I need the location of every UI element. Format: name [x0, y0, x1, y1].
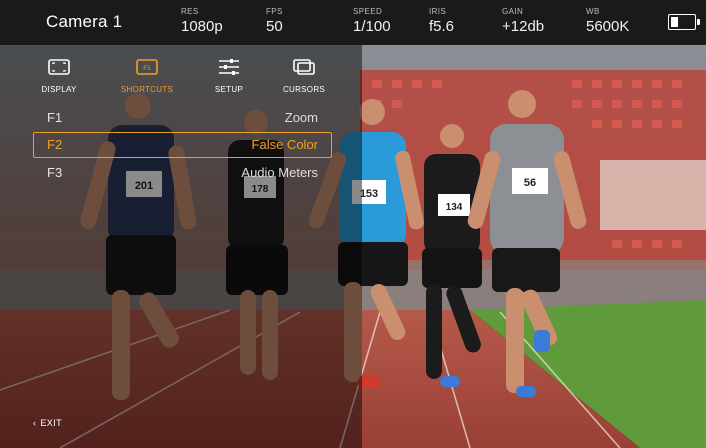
- runner-bib-text: 56: [524, 177, 536, 189]
- status-label: WB: [586, 7, 600, 16]
- cursors-icon: [292, 58, 316, 76]
- chevron-left-icon: ‹: [33, 418, 37, 428]
- status-speed[interactable]: SPEED 1/100: [353, 7, 391, 35]
- battery-icon: [668, 14, 700, 30]
- tab-shortcuts[interactable]: F1 SHORTCUTS: [116, 58, 178, 94]
- shortcut-row-f2[interactable]: F2 False Color: [33, 132, 332, 158]
- status-gain[interactable]: GAIN +12db: [502, 7, 544, 35]
- status-value: 1/100: [353, 18, 391, 35]
- status-value: 5600K: [586, 18, 630, 35]
- battery-terminal: [697, 19, 700, 25]
- camera-title: Camera 1: [46, 12, 123, 31]
- status-bar: Camera 1 RES 1080p FPS 50 SPEED 1/100 IR…: [0, 0, 706, 45]
- shortcut-key: F3: [47, 165, 63, 180]
- shortcut-function: Audio Meters: [241, 165, 318, 180]
- sliders-icon: [217, 58, 241, 76]
- runner-bib-text: 153: [360, 188, 378, 200]
- shortcut-function: False Color: [251, 137, 318, 152]
- exit-label: EXIT: [40, 418, 63, 428]
- status-value: f5.6: [429, 18, 455, 35]
- status-label: GAIN: [502, 7, 524, 16]
- status-iris[interactable]: IRIS f5.6: [429, 7, 454, 35]
- status-value: 50: [266, 18, 283, 35]
- shortcut-function: Zoom: [284, 110, 318, 125]
- tab-display[interactable]: DISPLAY: [28, 58, 90, 94]
- status-wb[interactable]: WB 5600K: [586, 7, 629, 35]
- tab-cursors[interactable]: CURSORS: [273, 58, 335, 94]
- shortcut-row-f1[interactable]: F1 Zoom: [33, 105, 332, 131]
- runner-bib-text: 134: [446, 202, 463, 213]
- display-icon: [47, 58, 71, 76]
- status-fps[interactable]: FPS 50: [266, 7, 283, 35]
- tab-label: SHORTCUTS: [120, 85, 174, 94]
- shortcut-key: F1: [47, 110, 63, 125]
- shortcut-key: F2: [47, 137, 63, 152]
- status-value: 1080p: [181, 18, 223, 35]
- exit-button[interactable]: ‹ EXIT: [33, 418, 62, 428]
- tab-label: DISPLAY: [41, 85, 77, 94]
- status-label: IRIS: [429, 7, 447, 16]
- camera-monitor-screen: 201 178 153 134 56 Camera 1 RES 1080p FP…: [0, 0, 706, 448]
- status-res[interactable]: RES 1080p: [181, 7, 223, 35]
- status-label: FPS: [266, 7, 283, 16]
- status-value: +12db: [502, 18, 545, 35]
- tab-label: SETUP: [214, 85, 244, 94]
- battery-level: [671, 17, 678, 27]
- status-label: SPEED: [353, 7, 383, 16]
- shortcut-row-f3[interactable]: F3 Audio Meters: [33, 160, 332, 186]
- tab-setup[interactable]: SETUP: [198, 58, 260, 94]
- tab-label: CURSORS: [282, 85, 326, 94]
- svg-text:F1: F1: [143, 65, 151, 72]
- shortcut-f1-icon: F1: [135, 58, 159, 76]
- status-label: RES: [181, 7, 199, 16]
